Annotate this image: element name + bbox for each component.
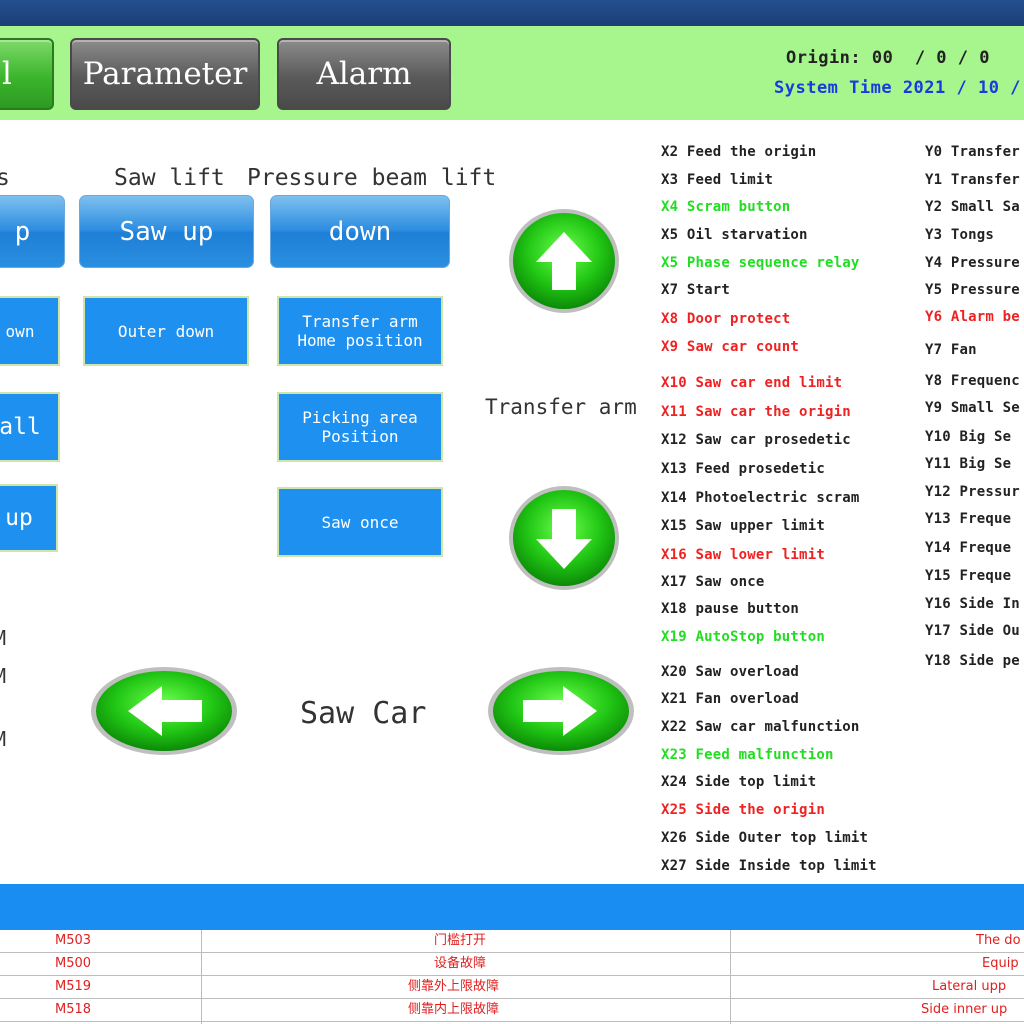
header-bar: l Parameter Alarm Origin: 00 / 0 / 0 Sys… <box>0 26 1024 120</box>
table-row[interactable]: M500 设备故障 Equip <box>0 953 1024 976</box>
alarm-code: M518 <box>55 1002 92 1017</box>
table-row[interactable]: M519 侧靠外上限故障 Lateral upp <box>0 976 1024 999</box>
alarm-code: M503 <box>55 933 92 948</box>
saw-up-button[interactable]: Saw up <box>79 195 254 268</box>
alarm-text-cn: 侧靠外上限故障 <box>408 979 500 994</box>
io-output-item: Y17 Side Ou <box>925 623 1020 639</box>
left-fragment-1: M <box>0 626 7 650</box>
arrow-down-icon <box>509 486 619 590</box>
io-input-item: X7 Start <box>661 282 731 298</box>
left-fragment-2: M <box>0 664 7 688</box>
io-input-item: X15 Saw upper limit <box>661 518 825 534</box>
alarm-code: M519 <box>55 979 92 994</box>
col0-up-button[interactable]: p <box>0 195 65 268</box>
alarm-text-en: Equip <box>982 956 1019 971</box>
io-input-item: X12 Saw car prosedetic <box>661 432 851 448</box>
beam-down-button[interactable]: down <box>270 195 450 268</box>
io-output-item: Y0 Transfer <box>925 144 1020 160</box>
group-label-left: s <box>0 165 10 191</box>
io-output-item: Y5 Pressure <box>925 282 1020 298</box>
arrow-left-icon <box>91 667 237 755</box>
io-output-item: Y3 Tongs <box>925 227 995 243</box>
io-input-item: X10 Saw car end limit <box>661 375 843 391</box>
col0-up2-button[interactable]: up <box>0 484 58 552</box>
alarm-text-en: The do <box>976 933 1021 948</box>
alarm-text-en: Side inner up <box>921 1002 1008 1017</box>
io-output-item: Y2 Small Sa <box>925 199 1020 215</box>
io-output-item: Y1 Transfer <box>925 172 1020 188</box>
io-input-item: X16 Saw lower limit <box>661 547 825 563</box>
io-output-item: Y7 Fan <box>925 342 977 358</box>
io-input-item: X4 Scram button <box>661 199 791 215</box>
io-input-item: X25 Side the origin <box>661 802 825 818</box>
io-output-item: Y11 Big Se <box>925 456 1012 472</box>
picking-area-position-button[interactable]: Picking area Position <box>277 392 443 462</box>
io-input-item: X20 Saw overload <box>661 664 800 680</box>
table-column-divider <box>201 930 202 1024</box>
io-input-item: X2 Feed the origin <box>661 144 817 160</box>
table-row[interactable]: M503 门槛打开 The do <box>0 930 1024 953</box>
tab-alarm[interactable]: Alarm <box>277 38 451 110</box>
io-output-item: Y4 Pressure <box>925 255 1020 271</box>
tab-parameter[interactable]: Parameter <box>70 38 260 110</box>
io-output-item: Y14 Freque <box>925 540 1012 556</box>
io-input-item: X18 pause button <box>661 601 800 617</box>
io-input-item: X5 Phase sequence relay <box>661 255 860 271</box>
io-input-item: X8 Door protect <box>661 311 791 327</box>
io-input-item: X22 Saw car malfunction <box>661 719 860 735</box>
io-input-item: X3 Feed limit <box>661 172 774 188</box>
io-output-item: Y8 Frequenc <box>925 373 1020 389</box>
io-output-item: Y16 Side In <box>925 596 1020 612</box>
left-fragment-3: M <box>0 727 7 751</box>
io-input-item: X17 Saw once <box>661 574 765 590</box>
table-row[interactable]: M518 侧靠内上限故障 Side inner up <box>0 999 1024 1022</box>
transfer-arm-label: Transfer arm <box>485 395 637 419</box>
io-input-item: X27 Side Inside top limit <box>661 858 877 874</box>
col0-small-button[interactable]: all <box>0 392 60 462</box>
io-output-item: Y12 Pressur <box>925 484 1020 500</box>
status-bar <box>0 884 1024 930</box>
alarm-text-cn: 设备故障 <box>434 956 487 971</box>
io-output-item: Y9 Small Se <box>925 400 1020 416</box>
io-input-item: X19 AutoStop button <box>661 629 825 645</box>
arrow-up-icon <box>509 209 619 313</box>
io-input-item: X21 Fan overload <box>661 691 800 707</box>
io-input-item: X13 Feed prosedetic <box>661 461 825 477</box>
io-output-item: Y10 Big Se <box>925 429 1012 445</box>
alarm-text-cn: 门槛打开 <box>434 933 487 948</box>
alarm-code: M500 <box>55 956 92 971</box>
transfer-arm-down-button[interactable] <box>508 485 620 591</box>
group-label-pressure-beam-lift: Pressure beam lift <box>247 165 497 191</box>
saw-car-right-button[interactable] <box>487 666 635 756</box>
io-input-item: X23 Feed malfunction <box>661 747 834 763</box>
io-input-item: X9 Saw car count <box>661 339 800 355</box>
alarm-text-en: Lateral upp <box>932 979 1007 994</box>
io-input-item: X5 Oil starvation <box>661 227 808 243</box>
io-input-item: X26 Side Outer top limit <box>661 830 869 846</box>
table-column-divider <box>730 930 731 1024</box>
arrow-right-icon <box>488 667 634 755</box>
transfer-arm-home-button[interactable]: Transfer arm Home position <box>277 296 443 366</box>
io-output-item: Y18 Side pe <box>925 653 1020 669</box>
origin-readout: Origin: 00 / 0 / 0 <box>786 48 990 68</box>
transfer-arm-up-button[interactable] <box>508 208 620 314</box>
saw-car-label: Saw Car <box>300 696 427 731</box>
saw-once-button[interactable]: Saw once <box>277 487 443 557</box>
alarm-text-cn: 侧靠内上限故障 <box>408 1002 500 1017</box>
io-input-item: X11 Saw car the origin <box>661 404 851 420</box>
window-top-bar <box>0 0 1024 26</box>
io-output-item: Y13 Freque <box>925 511 1012 527</box>
saw-car-left-button[interactable] <box>90 666 238 756</box>
alarm-table: M503 门槛打开 The do M500 设备故障 Equip M519 侧靠… <box>0 930 1024 1024</box>
outer-down-button[interactable]: Outer down <box>83 296 249 366</box>
group-label-saw-lift: Saw lift <box>114 165 225 191</box>
io-output-item: Y6 Alarm be <box>925 309 1020 325</box>
io-input-item: X14 Photoelectric scram <box>661 490 860 506</box>
col0-down-button[interactable]: own <box>0 296 60 366</box>
system-time: System Time 2021 / 10 / <box>774 78 1021 98</box>
tab-manual[interactable]: l <box>0 38 54 110</box>
io-output-item: Y15 Freque <box>925 568 1012 584</box>
io-input-item: X24 Side top limit <box>661 774 817 790</box>
